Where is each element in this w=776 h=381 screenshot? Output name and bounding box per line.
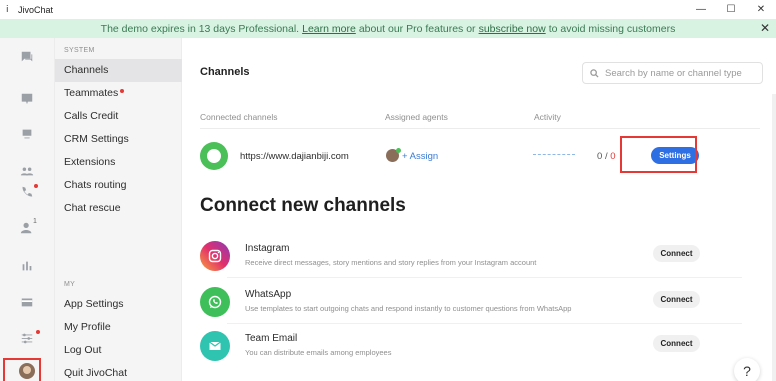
connect-whatsapp-button[interactable]: Connect [653, 291, 700, 308]
email-icon [200, 331, 230, 361]
queue-icon[interactable] [19, 126, 35, 142]
search-icon [590, 68, 599, 78]
calls-notification-dot [34, 184, 38, 188]
instagram-icon [200, 241, 230, 271]
settings-sidebar: SYSTEM Channels Teammates Calls Credit C… [55, 38, 182, 381]
page-title: Channels [200, 66, 250, 78]
channel-name: Instagram [245, 243, 290, 254]
icon-rail: 1 [0, 38, 55, 381]
connect-instagram-button[interactable]: Connect [653, 245, 700, 262]
sidebar-item-log-out[interactable]: Log Out [55, 339, 182, 362]
sidebar-item-label: Log Out [64, 344, 102, 356]
connect-team-email-button[interactable]: Connect [653, 335, 700, 352]
row-divider [227, 277, 742, 278]
banner-text-before: The demo expires in 13 days Professional… [100, 22, 300, 35]
sidebar-item-label: Calls Credit [64, 110, 119, 122]
banner-text-after: to avoid missing customers [548, 22, 676, 35]
channel-description: Use templates to start outgoing chats an… [245, 304, 572, 313]
col-assigned-agents: Assigned agents [385, 112, 448, 122]
activity-bar [533, 154, 575, 155]
inbox-icon[interactable] [19, 91, 35, 107]
col-activity: Activity [534, 112, 561, 122]
sidebar-item-crm-settings[interactable]: CRM Settings [55, 128, 182, 151]
maximize-button[interactable]: ☐ [716, 0, 746, 19]
user-avatar[interactable] [19, 363, 35, 379]
system-section-label: SYSTEM [64, 47, 95, 54]
sidebar-item-chats-routing[interactable]: Chats routing [55, 174, 182, 197]
demo-banner: The demo expires in 13 days Professional… [0, 19, 776, 38]
banner-close-icon[interactable]: ✕ [760, 21, 770, 35]
settings-icon[interactable] [19, 330, 35, 346]
activity-total: 0 [610, 151, 616, 162]
chats-icon[interactable] [19, 49, 35, 65]
sidebar-item-label: Chats routing [64, 179, 127, 191]
header-divider [200, 128, 760, 129]
sidebar-item-calls-credit[interactable]: Calls Credit [55, 105, 182, 128]
sidebar-item-my-profile[interactable]: My Profile [55, 316, 182, 339]
sidebar-item-quit[interactable]: Quit JivoChat [55, 362, 182, 381]
sidebar-item-label: My Profile [64, 321, 111, 333]
col-connected-channels: Connected channels [200, 112, 278, 122]
new-channel-whatsapp: WhatsApp Use templates to start outgoing… [200, 287, 760, 321]
learn-more-link[interactable]: Learn more [302, 23, 356, 35]
billing-icon[interactable] [19, 294, 35, 310]
sidebar-item-teammates[interactable]: Teammates [55, 82, 182, 105]
channel-name: WhatsApp [245, 289, 292, 300]
sidebar-item-label: Quit JivoChat [64, 367, 128, 379]
sidebar-item-label: CRM Settings [64, 133, 129, 145]
sidebar-item-label: App Settings [64, 298, 124, 310]
my-section-label: MY [64, 281, 76, 288]
scrollbar[interactable] [772, 94, 776, 381]
sidebar-item-chat-rescue[interactable]: Chat rescue [55, 197, 182, 220]
activity-done: 0 [597, 151, 603, 162]
connect-new-channels-heading: Connect new channels [200, 195, 406, 216]
title-bar: ⅰ JivoChat — ☐ ✕ [0, 0, 776, 19]
banner-text-middle: about our Pro features or [358, 22, 476, 35]
channel-search[interactable] [582, 62, 763, 84]
subscribe-now-link[interactable]: subscribe now [479, 23, 546, 35]
window-title: JivoChat [18, 4, 54, 15]
new-channel-instagram: Instagram Receive direct messages, story… [200, 241, 760, 275]
assign-agent-link[interactable]: + Assign [402, 151, 438, 162]
sidebar-item-label: Extensions [64, 156, 116, 168]
settings-button-highlight-box [620, 136, 697, 173]
sidebar-item-label: Teammates [64, 87, 119, 99]
agent-avatar [386, 148, 401, 162]
whatsapp-icon [200, 287, 230, 317]
sidebar-item-app-settings[interactable]: App Settings [55, 293, 182, 316]
row-divider [227, 323, 742, 324]
search-input[interactable] [605, 67, 755, 79]
minimize-button[interactable]: — [686, 0, 716, 19]
visitors-badge: 1 [33, 218, 37, 225]
close-window-button[interactable]: ✕ [746, 0, 776, 19]
window-controls: — ☐ ✕ [686, 0, 776, 19]
chat-widget-icon [200, 142, 228, 170]
sidebar-item-label: Chat rescue [64, 202, 121, 214]
activity-separator: / [604, 151, 608, 162]
teammates-notification-dot [120, 89, 125, 93]
channel-description: You can distribute emails among employee… [245, 348, 392, 357]
help-button[interactable]: ? [734, 358, 760, 381]
channel-description: Receive direct messages, story mentions … [245, 258, 537, 267]
channel-name: Team Email [245, 333, 298, 344]
team-icon[interactable] [19, 163, 35, 179]
activity-count: 0 / 0 [597, 151, 616, 162]
sidebar-item-channels[interactable]: Channels [55, 59, 182, 82]
channel-url: https://www.dajianbiji.com [240, 151, 349, 162]
calls-icon[interactable] [19, 184, 35, 200]
sidebar-item-label: Channels [64, 64, 109, 76]
app-icon: ⅰ [6, 4, 9, 14]
settings-notification-dot [36, 330, 40, 334]
new-channel-team-email: Team Email You can distribute emails amo… [200, 331, 760, 365]
main-content: Channels Connected channels Assigned age… [182, 38, 776, 381]
sidebar-item-extensions[interactable]: Extensions [55, 151, 182, 174]
reports-icon[interactable] [19, 258, 35, 274]
